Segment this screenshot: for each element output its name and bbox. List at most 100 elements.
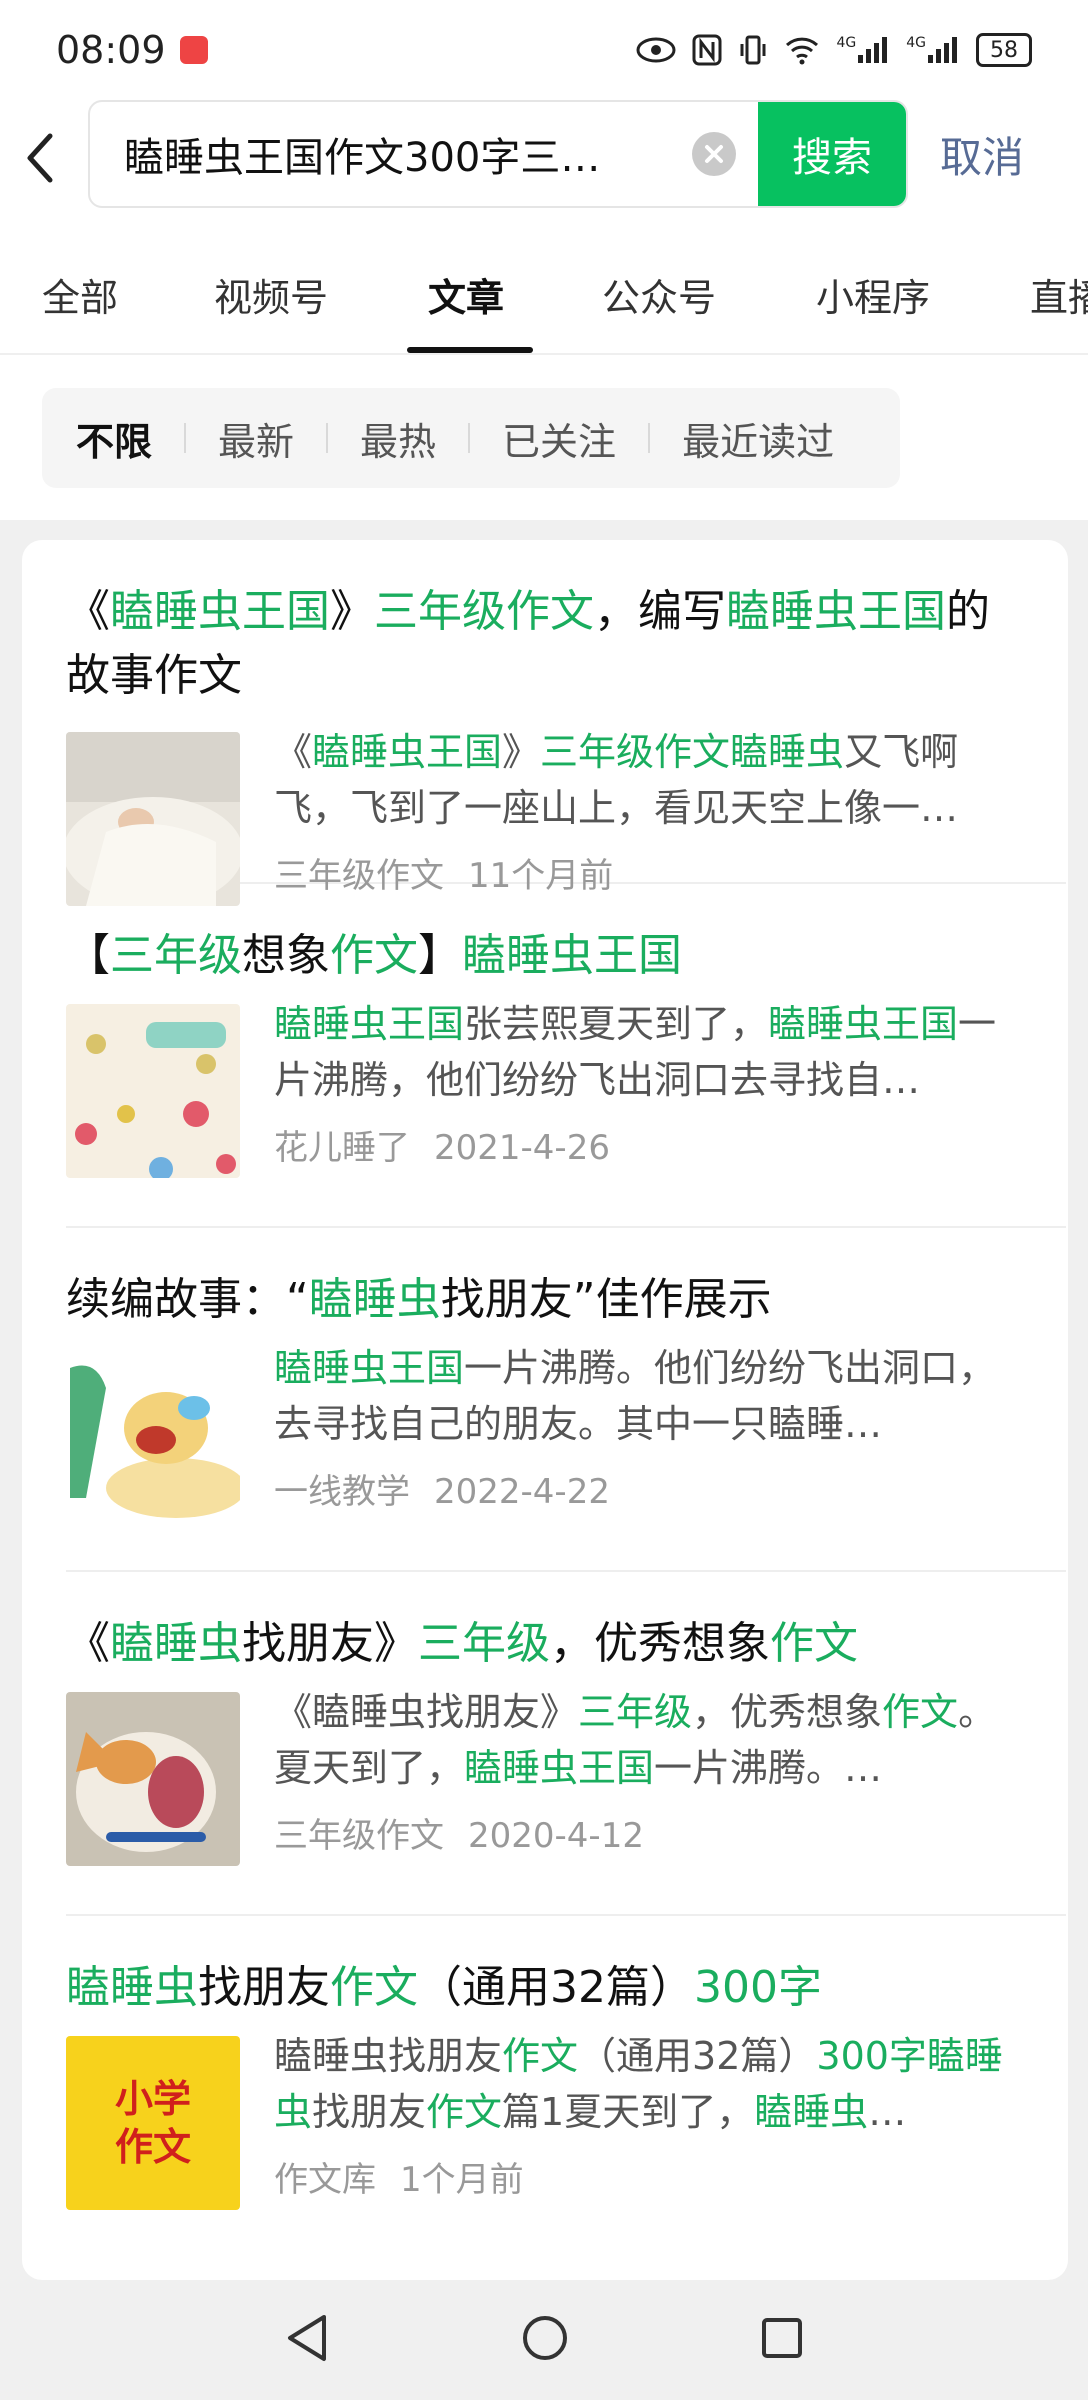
result-item[interactable]: 瞌睡虫找朋友作文（通用32篇）300字 小学 作文 瞌睡虫找朋友作文（通用32篇… [66,1916,1066,2260]
filter-bar: 不限 最新 最热 已关注 最近读过 [42,388,900,488]
text-segment: （通用32篇） [578,2034,817,2078]
filter-divider [468,423,471,453]
eye-icon [636,36,676,64]
nav-home-button[interactable] [520,2313,570,2367]
tab-live[interactable]: 直播 [1030,235,1088,353]
result-snippet: 瞌睡虫王国张芸熙夏天到了，瞌睡虫王国一片沸腾，他们纷纷飞出洞口去寻找自… [274,996,1014,1108]
tab-active-indicator [407,347,533,353]
text-segment: ，优秀想象 [692,1690,883,1734]
text-segment: 《 [274,730,313,774]
text-segment: 续编故事：“ [66,1274,309,1325]
cancel-button[interactable]: 取消 [940,100,1024,208]
result-snippet: 瞌睡虫王国一片沸腾。他们纷纷飞出洞口，去寻找自己的朋友。其中一只瞌睡… [274,1340,1014,1452]
highlighted-keyword: 瞌睡虫王国 [462,930,682,981]
circle-home-icon [523,2316,567,2360]
filter-latest[interactable]: 最新 [218,411,294,466]
highlighted-keyword: 瞌睡虫王国 [312,730,503,774]
result-source: 作文库 [274,2160,376,2200]
highlighted-keyword: 三年级 [418,1618,550,1669]
highlighted-keyword: 作文 [330,1962,418,2013]
triangle-back-icon [288,2315,326,2361]
result-time: 2021-4-26 [434,1128,610,1168]
filter-unlimited[interactable]: 不限 [76,411,152,466]
status-bar: 08:09 4G 4G 58 [0,0,1088,100]
search-box[interactable]: 瞌睡虫王国作文300字三… 搜索 [88,100,908,208]
result-meta: 作文库 1个月前 [274,2152,524,2201]
tab-all[interactable]: 全部 [42,235,118,353]
result-source: 一线教学 [274,1472,410,1512]
tab-articles[interactable]: 文章 [428,235,504,353]
highlighted-keyword: 作文 [882,1690,959,1734]
thumbnail-yawning-cat [66,1692,240,1866]
filter-followed[interactable]: 已关注 [502,411,616,466]
result-time: 1个月前 [400,2160,524,2200]
text-segment: ，编写 [594,586,726,637]
text-segment: 【 [66,930,110,981]
back-button[interactable] [0,100,80,215]
highlighted-keyword: 瞌睡虫王国 [110,586,330,637]
wifi-icon [784,35,820,65]
filter-hottest[interactable]: 最热 [360,411,436,466]
thumbnail-sleeping-child [66,732,240,906]
search-row: 瞌睡虫王国作文300字三… 搜索 取消 [0,100,1088,215]
text-segment: 】 [418,930,462,981]
highlighted-keyword: 瞌睡虫 [110,1618,242,1669]
result-snippet: 瞌睡虫找朋友作文（通用32篇）300字瞌睡虫找朋友作文篇1夏天到了，瞌睡虫… [274,2028,1014,2140]
thumbnail-yawning-duck [66,1348,240,1522]
text-segment: … [868,2090,907,2134]
highlighted-keyword: 瞌睡虫王国 [726,586,946,637]
highlighted-keyword: 三年级 [110,930,242,981]
result-snippet: 《瞌睡虫找朋友》三年级，优秀想象作文。夏天到了，瞌睡虫王国一片沸腾。… [274,1684,1014,1796]
highlighted-keyword: 瞌睡虫 [66,1962,198,2013]
text-segment: 瞌睡虫找朋友 [274,2034,503,2078]
result-title: 《瞌睡虫找朋友》三年级，优秀想象作文 [66,1612,1026,1676]
results-list: 《瞌睡虫王国》三年级作文，编写瞌睡虫王国的故事作文 《瞌睡虫王国》三年级作文瞌睡… [22,540,1068,2280]
result-title: 续编故事：“瞌睡虫找朋友”佳作展示 [66,1268,1026,1332]
search-input[interactable]: 瞌睡虫王国作文300字三… [90,125,670,183]
filter-divider [326,423,329,453]
clear-search-button[interactable] [692,132,736,176]
nav-back-button[interactable] [284,2313,330,2367]
result-title: 瞌睡虫找朋友作文（通用32篇）300字 [66,1956,1026,2020]
tab-mini-programs[interactable]: 小程序 [816,235,930,353]
status-time: 08:09 [56,28,166,72]
search-button[interactable]: 搜索 [758,102,906,206]
result-item[interactable]: 《瞌睡虫王国》三年级作文，编写瞌睡虫王国的故事作文 《瞌睡虫王国》三年级作文瞌睡… [66,540,1066,906]
cellular-signal-icon-1: 4G [836,35,890,65]
filter-recently-read[interactable]: 最近读过 [682,411,834,466]
thumbnail-label-2: 作文 [114,2125,191,2169]
result-source: 三年级作文 [274,1816,444,1856]
result-title: 【三年级想象作文】瞌睡虫王国 [66,924,1026,988]
text-segment: 想象 [242,930,330,981]
result-item[interactable]: 续编故事：“瞌睡虫找朋友”佳作展示 瞌睡虫王国一片沸腾。他们纷纷飞出洞口，去寻找… [66,1228,1066,1572]
highlighted-keyword: 瞌睡虫王国 [274,1002,465,1046]
text-segment: 张芸熙夏天到了， [464,1002,769,1046]
thumbnail-label-1: 小学 [114,2077,191,2121]
result-item[interactable]: 【三年级想象作文】瞌睡虫王国 瞌睡虫王国张芸熙夏天到了，瞌睡虫王国一片沸腾，他们… [66,884,1066,1228]
result-item[interactable]: 《瞌睡虫找朋友》三年级，优秀想象作文 《瞌睡虫找朋友》三年级，优秀想象作文。夏天… [66,1572,1066,1916]
text-segment: （通用32篇） [418,1962,694,2013]
tab-channels[interactable]: 视频号 [214,235,328,353]
result-time: 2020-4-12 [468,1816,644,1856]
highlighted-keyword: 三年级作文 [374,586,594,637]
result-meta: 一线教学 2022-4-22 [274,1464,610,1513]
system-nav-bar [0,2280,1088,2400]
cellular-signal-icon-2: 4G [906,35,960,65]
result-title: 《瞌睡虫王国》三年级作文，编写瞌睡虫王国的故事作文 [66,580,1026,708]
text-segment: 《 [66,1618,110,1669]
highlighted-keyword: 300字 [694,1962,822,2013]
highlighted-keyword: 瞌睡虫 [308,1274,441,1325]
highlighted-keyword: 瞌睡虫王国 [464,1746,655,1790]
nav-recents-button[interactable] [760,2316,804,2364]
chevron-left-icon [27,133,53,182]
filter-divider [648,423,651,453]
text-segment: 《瞌睡虫找朋友》 [274,1690,579,1734]
result-time: 2022-4-22 [434,1472,610,1512]
highlighted-keyword: 瞌睡虫王国 [274,1346,465,1390]
tab-official-accounts[interactable]: 公众号 [602,235,716,353]
highlighted-keyword: 作文 [770,1618,858,1669]
filter-divider [184,423,187,453]
category-tabs: 全部 视频号 文章 公众号 小程序 直播 [0,235,1088,355]
close-icon [705,145,723,163]
nfc-icon [692,34,722,66]
